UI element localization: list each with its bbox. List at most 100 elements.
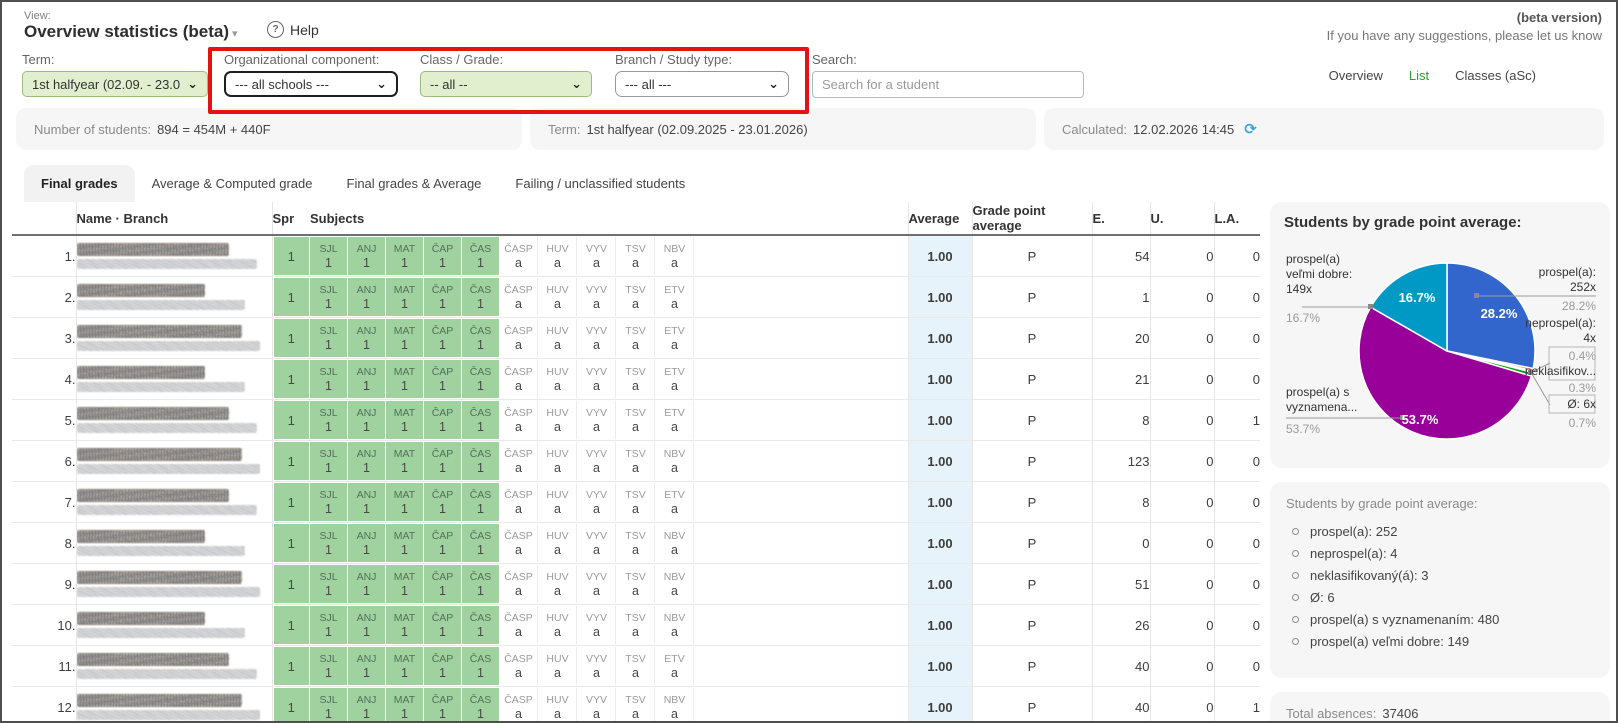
subject-chip: TSVa: [617, 483, 655, 521]
subject-chips: SJL1ANJ1MAT1ČAP1ČAS1ČASPaHUVaVYVaTSVaETV…: [310, 401, 908, 439]
subject-chip: HUVa: [539, 606, 577, 644]
view-switcher: Overview List Classes (aSc): [1329, 68, 1536, 83]
students-count-label: Number of students:: [34, 122, 151, 137]
callout-label: 4x: [1583, 331, 1596, 346]
table-row[interactable]: 6.1SJL1ANJ1MAT1ČAP1ČAS1ČASPaHUVaVYVaTSVa…: [12, 441, 1260, 482]
table-row[interactable]: 7.1SJL1ANJ1MAT1ČAP1ČAS1ČASPaHUVaVYVaTSVa…: [12, 482, 1260, 523]
suggestions-note: If you have any suggestions, please let …: [1327, 28, 1602, 43]
gpa-cell: P: [972, 605, 1092, 646]
e-cell: 8: [1092, 482, 1150, 523]
subject-chip: VYVa: [578, 237, 616, 275]
calculated-box: Calculated: 12.02.2026 14:45 ⟳: [1044, 108, 1604, 150]
refresh-icon[interactable]: ⟳: [1244, 120, 1257, 138]
average-cell: 1.00: [908, 605, 972, 646]
redacted-name-line: [77, 325, 242, 338]
redacted-name-line: [77, 243, 229, 256]
view-link-list[interactable]: List: [1409, 68, 1429, 83]
subject-chip: ČASPa: [500, 483, 538, 521]
redacted-name-line: [77, 612, 205, 625]
table-row[interactable]: 1.1SJL1ANJ1MAT1ČAP1ČAS1ČASPaHUVaVYVaTSVa…: [12, 235, 1260, 277]
subject-chip: ČAS1: [462, 647, 499, 685]
subject-chip: ANJ1: [348, 237, 385, 275]
subject-chip: ČASPa: [500, 606, 538, 644]
page-title: Overview statistics (beta): [24, 22, 229, 42]
branch-study-type-select[interactable]: --- all --- ⌄: [615, 71, 789, 97]
subjects-cell: SJL1ANJ1MAT1ČAP1ČAS1ČASPaHUVaVYVaTSVaETV…: [310, 400, 908, 441]
spr-value: 1: [274, 401, 310, 439]
class-grade-select[interactable]: -- all -- ⌄: [420, 71, 592, 97]
tab-average-computed-grade[interactable]: Average & Computed grade: [135, 165, 330, 202]
table-row[interactable]: 10.1SJL1ANJ1MAT1ČAP1ČAS1ČASPaHUVaVYVaTSV…: [12, 605, 1260, 646]
org-component-select[interactable]: --- all schools --- ⌄: [224, 71, 398, 97]
subject-chip: SJL1: [310, 237, 347, 275]
subject-chip: ČASPa: [500, 688, 538, 721]
table-row[interactable]: 3.1SJL1ANJ1MAT1ČAP1ČAS1ČASPaHUVaVYVaTSVa…: [12, 318, 1260, 359]
callout-pct: 28.2%: [1562, 299, 1596, 314]
class-grade-select-value: -- all --: [430, 77, 468, 92]
table-row[interactable]: 8.1SJL1ANJ1MAT1ČAP1ČAS1ČASPaHUVaVYVaTSVa…: [12, 523, 1260, 564]
view-link-classes[interactable]: Classes (aSc): [1455, 68, 1536, 83]
tab-final-grades-average[interactable]: Final grades & Average: [330, 165, 499, 202]
table-row[interactable]: 4.1SJL1ANJ1MAT1ČAP1ČAS1ČASPaHUVaVYVaTSVa…: [12, 359, 1260, 400]
subject-chip: ČAS1: [462, 524, 499, 562]
subjects-cell: SJL1ANJ1MAT1ČAP1ČAS1ČASPaHUVaVYVaTSVaETV…: [310, 646, 908, 687]
average-cell: 1.00: [908, 687, 972, 722]
e-cell: 20: [1092, 318, 1150, 359]
table-header-row: Name · Branch Spr Subjects Average Grade…: [12, 202, 1260, 235]
branch-study-type-label: Branch / Study type:: [615, 52, 789, 67]
redacted-branch-line: [77, 300, 245, 310]
redacted-name-line: [77, 448, 242, 461]
u-cell: 0: [1150, 646, 1214, 687]
summary-item: neklasifikovaný(á): 3: [1292, 565, 1594, 587]
subject-chip: TSVa: [617, 237, 655, 275]
overview-statistics-page: View: Overview statistics (beta) ▾ ? Hel…: [0, 0, 1618, 723]
student-name-redacted: [76, 523, 272, 564]
subject-chip: ČAP1: [424, 442, 461, 480]
search-input[interactable]: [812, 71, 1084, 98]
spr-cell: 1: [272, 646, 310, 687]
spr-value: 1: [274, 524, 310, 562]
tab-final-grades[interactable]: Final grades: [24, 165, 135, 202]
subject-chip: HUVa: [539, 688, 577, 721]
subject-chip: HUVa: [539, 524, 577, 562]
spr-cell: 1: [272, 605, 310, 646]
u-cell: 0: [1150, 687, 1214, 722]
title-dropdown-caret-icon[interactable]: ▾: [232, 27, 238, 40]
subject-chip: VYVa: [578, 401, 616, 439]
subject-chip: SJL1: [310, 647, 347, 685]
subjects-cell: SJL1ANJ1MAT1ČAP1ČAS1ČASPaHUVaVYVaTSVaNBV…: [310, 441, 908, 482]
u-cell: 0: [1150, 318, 1214, 359]
tab-failing-unclassified-students[interactable]: Failing / unclassified students: [498, 165, 702, 202]
callout-label: neprospel(a):: [1525, 316, 1596, 331]
help-button[interactable]: ? Help: [267, 21, 319, 38]
spr-value: 1: [274, 442, 310, 480]
subject-chip: ČAP1: [424, 360, 461, 398]
view-link-overview[interactable]: Overview: [1329, 68, 1383, 83]
table-row[interactable]: 11.1SJL1ANJ1MAT1ČAP1ČAS1ČASPaHUVaVYVaTSV…: [12, 646, 1260, 687]
subject-chip: MAT1: [386, 319, 423, 357]
subject-chips: SJL1ANJ1MAT1ČAP1ČAS1ČASPaHUVaVYVaTSVaNBV…: [310, 442, 908, 480]
u-cell: 0: [1150, 564, 1214, 605]
term-select[interactable]: 1st halfyear (02.09. - 23.0 ⌄: [22, 71, 208, 97]
subject-chip: ETVa: [656, 647, 694, 685]
subjects-cell: SJL1ANJ1MAT1ČAP1ČAS1ČASPaHUVaVYVaTSVaNBV…: [310, 564, 908, 605]
subject-chip: ČASPa: [500, 524, 538, 562]
col-header-gpa: Grade point average: [972, 202, 1092, 235]
term-select-value: 1st halfyear (02.09. - 23.0: [32, 77, 180, 92]
subject-chip: ČASPa: [500, 442, 538, 480]
table-row[interactable]: 2.1SJL1ANJ1MAT1ČAP1ČAS1ČASPaHUVaVYVaTSVa…: [12, 277, 1260, 318]
subject-chip: ČAP1: [424, 524, 461, 562]
redacted-branch-line: [77, 505, 257, 515]
term-box-value: 1st halfyear (02.09.2025 - 23.01.2026): [587, 122, 808, 137]
table-row[interactable]: 5.1SJL1ANJ1MAT1ČAP1ČAS1ČASPaHUVaVYVaTSVa…: [12, 400, 1260, 441]
absences-value: 37406: [1382, 706, 1418, 721]
spr-cell: 1: [272, 564, 310, 605]
callout-label: prospel(a) s: [1286, 385, 1349, 400]
table-row[interactable]: 9.1SJL1ANJ1MAT1ČAP1ČAS1ČASPaHUVaVYVaTSVa…: [12, 564, 1260, 605]
pie-chart-title: Students by grade point average:: [1284, 214, 1596, 231]
table-row[interactable]: 12.1SJL1ANJ1MAT1ČAP1ČAS1ČASPaHUVaVYVaTSV…: [12, 687, 1260, 722]
subjects-cell: SJL1ANJ1MAT1ČAP1ČAS1ČASPaHUVaVYVaTSVaETV…: [310, 318, 908, 359]
subject-chip: ČAS1: [462, 442, 499, 480]
subject-chip: MAT1: [386, 565, 423, 603]
subject-chip: ČASPa: [500, 319, 538, 357]
